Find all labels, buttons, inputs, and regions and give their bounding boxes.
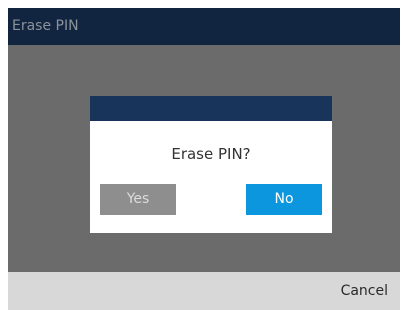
dialog-header — [90, 96, 332, 121]
softkey-bar: Cancel — [8, 272, 400, 310]
screen-title: Erase PIN — [12, 18, 79, 34]
no-button[interactable]: No — [246, 184, 322, 215]
cancel-softkey[interactable]: Cancel — [341, 282, 388, 300]
dialog-message: Erase PIN? — [171, 145, 251, 163]
yes-button[interactable]: Yes — [100, 184, 176, 215]
phone-screen: Erase PIN Erase PIN? Yes No Cancel — [8, 8, 400, 310]
title-bar: Erase PIN — [8, 8, 400, 45]
